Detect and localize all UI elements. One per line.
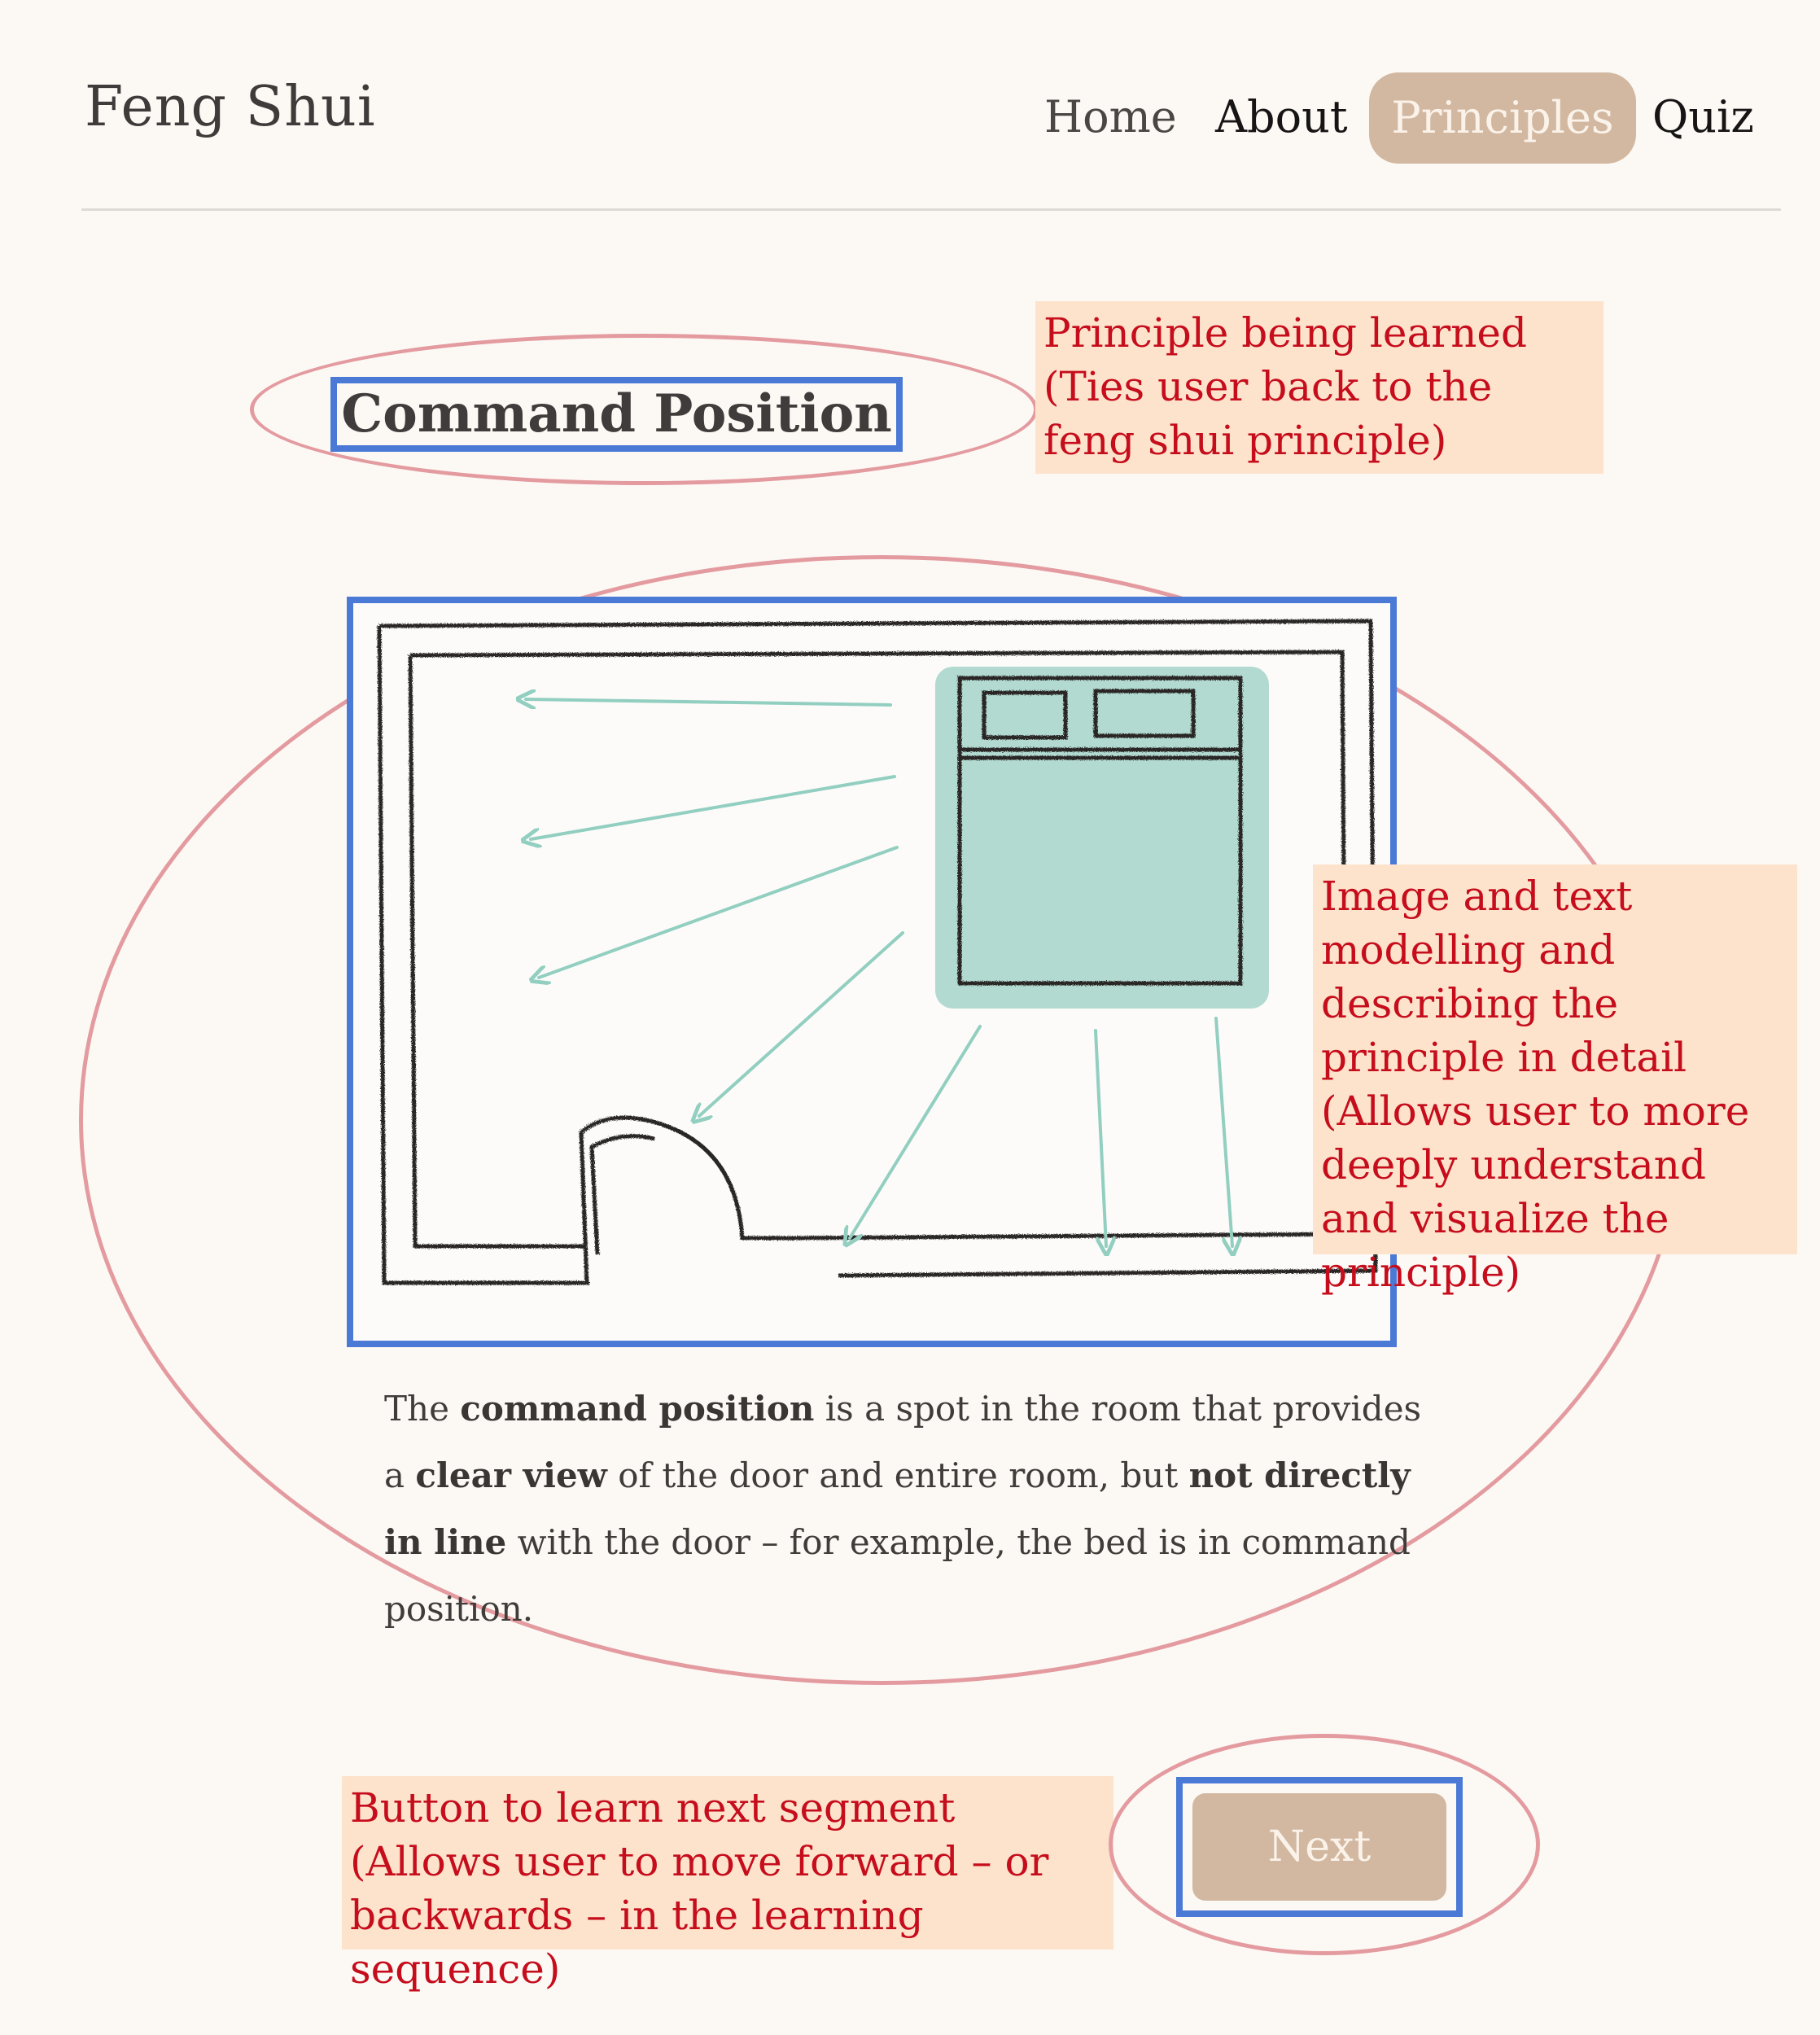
next-button[interactable]: Next (1192, 1793, 1446, 1901)
description-text: of the door and entire room, but (606, 1455, 1189, 1495)
annotation-next-note: Button to learn next segment (Allows use… (342, 1776, 1113, 1993)
annotation-image-note: Image and text modelling and describing … (1313, 864, 1797, 1296)
description-bold-clear-view: clear view (415, 1455, 607, 1495)
description-text: with the door – for example, the bed is … (384, 1522, 1411, 1629)
nav-about[interactable]: About (1215, 85, 1348, 150)
header-divider (81, 208, 1781, 211)
annotation-title-note: Principle being learned (Ties user back … (1035, 301, 1603, 474)
page-title: Command Position (341, 383, 892, 444)
nav-quiz[interactable]: Quiz (1652, 85, 1754, 150)
description-text: The (384, 1389, 461, 1429)
nav-principles[interactable]: Principles (1369, 72, 1636, 164)
room-illustration (347, 597, 1397, 1347)
brand-title[interactable]: Feng Shui (85, 75, 376, 139)
description-bold-command-position: command position (460, 1389, 815, 1429)
nav-home[interactable]: Home (1044, 85, 1177, 150)
principle-description: The command position is a spot in the ro… (384, 1376, 1450, 1643)
room-sketch (377, 619, 1378, 1285)
